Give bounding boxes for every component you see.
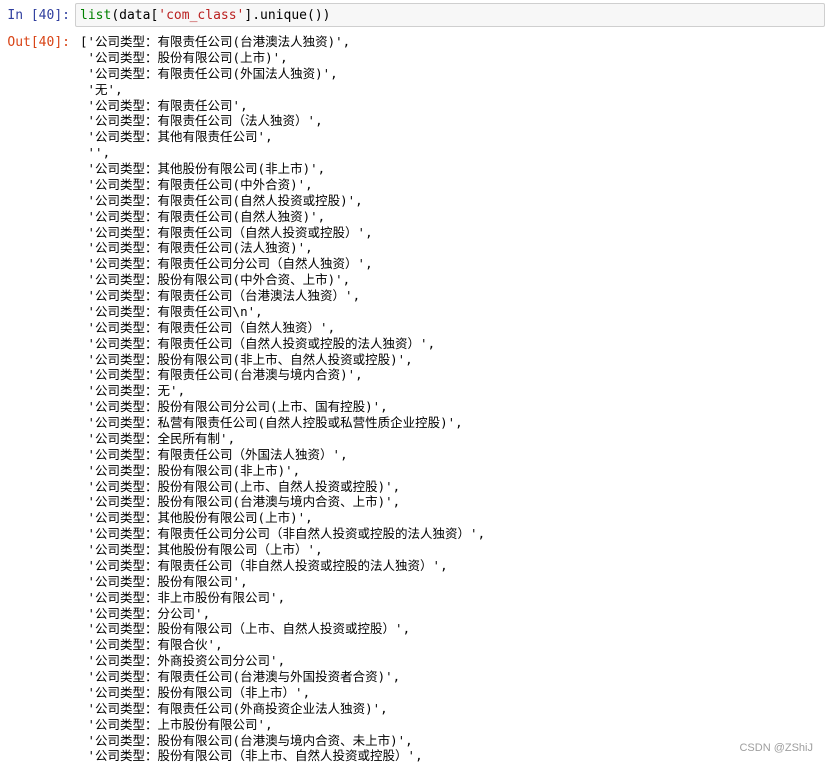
output-line: '公司类型：有限责任公司(自然人投资或控股)',	[80, 192, 363, 208]
output-line: '公司类型：股份有限公司（上市、自然人投资或控股）',	[80, 621, 411, 637]
output-line: '公司类型：股份有限公司',	[80, 573, 248, 589]
output-line: '公司类型：分公司',	[80, 605, 211, 621]
output-line: '公司类型：有限合伙',	[80, 637, 223, 653]
output-line: '公司类型：有限责任公司分公司（非自然人投资或控股的法人独资）',	[80, 526, 486, 542]
output-line: '公司类型：有限责任公司（法人独资）',	[80, 113, 323, 129]
output-line: '公司类型：非上市股份有限公司',	[80, 589, 286, 605]
output-area: ['公司类型：有限责任公司(台港澳法人独资)', '公司类型：股份有限公司(上市…	[80, 34, 825, 763]
code-builtin: list	[80, 8, 112, 23]
output-line: '公司类型：股份有限公司(台港澳与境内合资、未上市)',	[80, 732, 413, 748]
output-line: '公司类型：有限责任公司（外国法人独资）',	[80, 446, 348, 462]
output-line: '公司类型：外商投资公司分公司',	[80, 653, 286, 669]
output-line: '公司类型：股份有限公司(非上市)',	[80, 462, 301, 478]
output-line: '公司类型：有限责任公司(法人独资)',	[80, 240, 313, 256]
output-line: '公司类型：有限责任公司',	[80, 97, 248, 113]
output-line: '公司类型：有限责任公司(台港澳与境内合资)',	[80, 367, 363, 383]
output-line: ['公司类型：有限责任公司(台港澳法人独资)',	[80, 34, 351, 49]
output-line: '公司类型：有限责任公司（自然人投资或控股）',	[80, 224, 373, 240]
output-line: '公司类型：私营有限责任公司(自然人控股或私营性质企业控股)',	[80, 415, 463, 430]
output-line: '公司类型：无',	[80, 383, 186, 399]
output-line: '公司类型：有限责任公司(台港澳与外国投资者合资)',	[80, 669, 401, 684]
output-prompt: Out[40]:	[7, 35, 70, 50]
output-line: '公司类型：上市股份有限公司',	[80, 716, 273, 732]
code-text: (data[	[111, 8, 159, 23]
output-line: '公司类型：股份有限公司(台港澳与境内合资、上市)',	[80, 494, 401, 510]
watermark: CSDN @ZShiJ	[739, 742, 813, 754]
output-line: '公司类型：有限责任公司（自然人投资或控股的法人独资）',	[80, 335, 436, 351]
code-input[interactable]: list(data['com_class'].unique())	[75, 3, 825, 27]
output-line: '',	[80, 145, 111, 161]
output-line: '公司类型：股份有限公司分公司(上市、国有控股)',	[80, 399, 388, 415]
code-text-end: ].unique())	[244, 8, 331, 23]
output-line: '公司类型：有限责任公司(外商投资企业法人独资)',	[80, 700, 388, 716]
output-line: '公司类型：其他有限责任公司',	[80, 129, 273, 145]
output-line: '公司类型：其他股份有限公司(非上市)',	[80, 161, 326, 176]
output-line: '公司类型：有限责任公司分公司（自然人独资）',	[80, 256, 373, 272]
output-line: '公司类型：股份有限公司(非上市、自然人投资或控股)',	[80, 351, 413, 367]
output-line: '公司类型：有限责任公司(中外合资)',	[80, 176, 313, 192]
output-line: '公司类型：其他股份有限公司(上市)',	[80, 510, 313, 526]
output-line: '公司类型：有限责任公司（台港澳法人独资）',	[80, 288, 361, 303]
input-prompt: In [40]:	[7, 8, 70, 23]
output-line: '公司类型：股份有限公司（非上市、自然人投资或控股）',	[80, 748, 423, 763]
output-line: '公司类型：其他股份有限公司（上市）',	[80, 542, 323, 557]
output-line: '公司类型：有限责任公司(自然人独资)',	[80, 208, 326, 224]
output-line: '公司类型：有限责任公司\n',	[80, 303, 263, 319]
output-line: '公司类型：有限责任公司（自然人独资）',	[80, 319, 336, 335]
output-line: '公司类型：全民所有制',	[80, 430, 236, 446]
output-line: '公司类型：有限责任公司(外国法人独资)',	[80, 65, 338, 81]
output-line: '公司类型：股份有限公司(上市、自然人投资或控股)',	[80, 478, 401, 494]
output-line: '公司类型：股份有限公司（非上市）',	[80, 684, 311, 700]
output-line: '公司类型：有限责任公司（非自然人投资或控股的法人独资）',	[80, 557, 448, 573]
input-cell[interactable]: In [40]: list(data['com_class'].unique()…	[0, 0, 827, 32]
output-line: '无',	[80, 81, 123, 97]
code-string: 'com_class'	[158, 8, 245, 23]
output-line: '公司类型：股份有限公司(中外合资、上市)',	[80, 272, 351, 288]
output-line: '公司类型：股份有限公司(上市)',	[80, 49, 288, 65]
